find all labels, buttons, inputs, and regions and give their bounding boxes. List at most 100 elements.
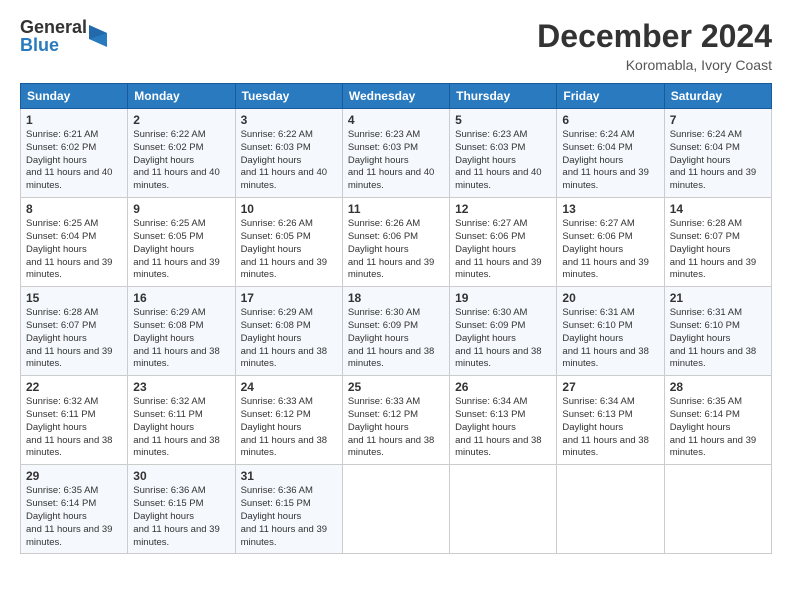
calendar-table: Sunday Monday Tuesday Wednesday Thursday… — [20, 83, 772, 554]
day-number: 11 — [348, 202, 444, 216]
day-number: 3 — [241, 113, 337, 127]
calendar-header-row: Sunday Monday Tuesday Wednesday Thursday… — [21, 84, 772, 109]
cell-info: Sunrise: 6:22 AMSunset: 6:03 PMDaylight … — [241, 129, 327, 191]
cell-info: Sunrise: 6:33 AMSunset: 6:12 PMDaylight … — [241, 396, 327, 458]
cell-info: Sunrise: 6:35 AMSunset: 6:14 PMDaylight … — [26, 485, 112, 547]
header-sunday: Sunday — [21, 84, 128, 109]
day-number: 8 — [26, 202, 122, 216]
cell-info: Sunrise: 6:22 AMSunset: 6:02 PMDaylight … — [133, 129, 219, 191]
day-number: 13 — [562, 202, 658, 216]
cell-info: Sunrise: 6:25 AMSunset: 6:05 PMDaylight … — [133, 218, 219, 280]
logo-icon — [89, 25, 107, 47]
calendar-cell: 29 Sunrise: 6:35 AMSunset: 6:14 PMDaylig… — [21, 465, 128, 554]
header-thursday: Thursday — [450, 84, 557, 109]
calendar-cell: 1 Sunrise: 6:21 AMSunset: 6:02 PMDayligh… — [21, 109, 128, 198]
calendar-cell: 16 Sunrise: 6:29 AMSunset: 6:08 PMDaylig… — [128, 287, 235, 376]
week-row-5: 29 Sunrise: 6:35 AMSunset: 6:14 PMDaylig… — [21, 465, 772, 554]
cell-info: Sunrise: 6:23 AMSunset: 6:03 PMDaylight … — [455, 129, 541, 191]
day-number: 27 — [562, 380, 658, 394]
day-number: 4 — [348, 113, 444, 127]
cell-info: Sunrise: 6:27 AMSunset: 6:06 PMDaylight … — [455, 218, 541, 280]
calendar-cell: 22 Sunrise: 6:32 AMSunset: 6:11 PMDaylig… — [21, 376, 128, 465]
calendar-cell: 23 Sunrise: 6:32 AMSunset: 6:11 PMDaylig… — [128, 376, 235, 465]
calendar-cell: 17 Sunrise: 6:29 AMSunset: 6:08 PMDaylig… — [235, 287, 342, 376]
cell-info: Sunrise: 6:35 AMSunset: 6:14 PMDaylight … — [670, 396, 756, 458]
calendar-cell: 25 Sunrise: 6:33 AMSunset: 6:12 PMDaylig… — [342, 376, 449, 465]
day-number: 22 — [26, 380, 122, 394]
calendar-cell: 3 Sunrise: 6:22 AMSunset: 6:03 PMDayligh… — [235, 109, 342, 198]
calendar-cell: 7 Sunrise: 6:24 AMSunset: 6:04 PMDayligh… — [664, 109, 771, 198]
cell-info: Sunrise: 6:23 AMSunset: 6:03 PMDaylight … — [348, 129, 434, 191]
calendar-cell: 6 Sunrise: 6:24 AMSunset: 6:04 PMDayligh… — [557, 109, 664, 198]
cell-info: Sunrise: 6:28 AMSunset: 6:07 PMDaylight … — [670, 218, 756, 280]
cell-info: Sunrise: 6:36 AMSunset: 6:15 PMDaylight … — [241, 485, 327, 547]
calendar-cell: 15 Sunrise: 6:28 AMSunset: 6:07 PMDaylig… — [21, 287, 128, 376]
cell-info: Sunrise: 6:28 AMSunset: 6:07 PMDaylight … — [26, 307, 112, 369]
page: General Blue December 2024 Koromabla, Iv… — [0, 0, 792, 612]
day-number: 18 — [348, 291, 444, 305]
calendar-cell — [557, 465, 664, 554]
title-block: December 2024 Koromabla, Ivory Coast — [537, 18, 772, 73]
calendar-cell: 19 Sunrise: 6:30 AMSunset: 6:09 PMDaylig… — [450, 287, 557, 376]
day-number: 25 — [348, 380, 444, 394]
day-number: 6 — [562, 113, 658, 127]
cell-info: Sunrise: 6:25 AMSunset: 6:04 PMDaylight … — [26, 218, 112, 280]
logo: General Blue — [20, 18, 107, 54]
header-tuesday: Tuesday — [235, 84, 342, 109]
cell-info: Sunrise: 6:33 AMSunset: 6:12 PMDaylight … — [348, 396, 434, 458]
day-number: 21 — [670, 291, 766, 305]
cell-info: Sunrise: 6:26 AMSunset: 6:05 PMDaylight … — [241, 218, 327, 280]
title-month: December 2024 — [537, 18, 772, 55]
calendar-cell: 28 Sunrise: 6:35 AMSunset: 6:14 PMDaylig… — [664, 376, 771, 465]
cell-info: Sunrise: 6:31 AMSunset: 6:10 PMDaylight … — [670, 307, 756, 369]
cell-info: Sunrise: 6:36 AMSunset: 6:15 PMDaylight … — [133, 485, 219, 547]
day-number: 29 — [26, 469, 122, 483]
day-number: 5 — [455, 113, 551, 127]
cell-info: Sunrise: 6:26 AMSunset: 6:06 PMDaylight … — [348, 218, 434, 280]
cell-info: Sunrise: 6:34 AMSunset: 6:13 PMDaylight … — [455, 396, 541, 458]
logo-blue: Blue — [20, 36, 87, 54]
title-location: Koromabla, Ivory Coast — [537, 57, 772, 73]
day-number: 14 — [670, 202, 766, 216]
calendar-cell: 8 Sunrise: 6:25 AMSunset: 6:04 PMDayligh… — [21, 198, 128, 287]
day-number: 2 — [133, 113, 229, 127]
day-number: 17 — [241, 291, 337, 305]
week-row-4: 22 Sunrise: 6:32 AMSunset: 6:11 PMDaylig… — [21, 376, 772, 465]
day-number: 1 — [26, 113, 122, 127]
cell-info: Sunrise: 6:24 AMSunset: 6:04 PMDaylight … — [562, 129, 648, 191]
calendar-cell: 31 Sunrise: 6:36 AMSunset: 6:15 PMDaylig… — [235, 465, 342, 554]
calendar-cell: 12 Sunrise: 6:27 AMSunset: 6:06 PMDaylig… — [450, 198, 557, 287]
day-number: 20 — [562, 291, 658, 305]
cell-info: Sunrise: 6:24 AMSunset: 6:04 PMDaylight … — [670, 129, 756, 191]
calendar-cell — [342, 465, 449, 554]
day-number: 28 — [670, 380, 766, 394]
calendar-cell: 9 Sunrise: 6:25 AMSunset: 6:05 PMDayligh… — [128, 198, 235, 287]
calendar-cell: 5 Sunrise: 6:23 AMSunset: 6:03 PMDayligh… — [450, 109, 557, 198]
header-saturday: Saturday — [664, 84, 771, 109]
calendar-cell: 14 Sunrise: 6:28 AMSunset: 6:07 PMDaylig… — [664, 198, 771, 287]
day-number: 30 — [133, 469, 229, 483]
day-number: 31 — [241, 469, 337, 483]
header-monday: Monday — [128, 84, 235, 109]
day-number: 15 — [26, 291, 122, 305]
header-friday: Friday — [557, 84, 664, 109]
week-row-1: 1 Sunrise: 6:21 AMSunset: 6:02 PMDayligh… — [21, 109, 772, 198]
calendar-cell: 30 Sunrise: 6:36 AMSunset: 6:15 PMDaylig… — [128, 465, 235, 554]
day-number: 16 — [133, 291, 229, 305]
cell-info: Sunrise: 6:29 AMSunset: 6:08 PMDaylight … — [241, 307, 327, 369]
cell-info: Sunrise: 6:32 AMSunset: 6:11 PMDaylight … — [26, 396, 112, 458]
day-number: 24 — [241, 380, 337, 394]
cell-info: Sunrise: 6:34 AMSunset: 6:13 PMDaylight … — [562, 396, 648, 458]
header: General Blue December 2024 Koromabla, Iv… — [20, 18, 772, 73]
calendar-cell — [450, 465, 557, 554]
cell-info: Sunrise: 6:30 AMSunset: 6:09 PMDaylight … — [455, 307, 541, 369]
calendar-cell — [664, 465, 771, 554]
cell-info: Sunrise: 6:29 AMSunset: 6:08 PMDaylight … — [133, 307, 219, 369]
calendar-cell: 10 Sunrise: 6:26 AMSunset: 6:05 PMDaylig… — [235, 198, 342, 287]
day-number: 19 — [455, 291, 551, 305]
calendar-cell: 26 Sunrise: 6:34 AMSunset: 6:13 PMDaylig… — [450, 376, 557, 465]
cell-info: Sunrise: 6:30 AMSunset: 6:09 PMDaylight … — [348, 307, 434, 369]
day-number: 9 — [133, 202, 229, 216]
header-wednesday: Wednesday — [342, 84, 449, 109]
day-number: 10 — [241, 202, 337, 216]
